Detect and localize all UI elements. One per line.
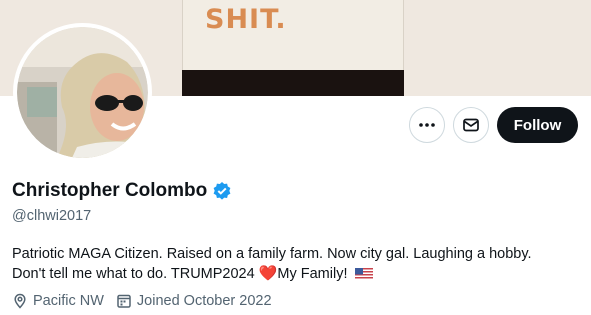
verified-badge-icon[interactable] xyxy=(212,181,232,201)
heart-emoji: ❤️ xyxy=(258,265,278,282)
name-row: Christopher Colombo xyxy=(12,180,232,202)
more-options-button[interactable] xyxy=(409,107,445,143)
profile-meta: Pacific NW Joined October 2022 xyxy=(12,293,284,309)
joined-item: Joined October 2022 xyxy=(116,293,272,309)
message-button[interactable] xyxy=(453,107,489,143)
avatar-photo xyxy=(17,27,148,158)
profile-avatar[interactable] xyxy=(13,23,152,162)
banner-label-text: SHIT. xyxy=(205,4,287,35)
display-name: Christopher Colombo xyxy=(12,180,208,201)
us-flag-icon xyxy=(354,266,373,280)
bio-text-a: Don't tell me what to do. TRUMP2024 xyxy=(12,266,259,282)
follow-button[interactable]: Follow xyxy=(497,107,578,143)
bottle-glass xyxy=(182,70,404,96)
bio-line-2: Don't tell me what to do. TRUMP2024 ❤️My… xyxy=(12,264,582,284)
joined-text: Joined October 2022 xyxy=(136,293,272,309)
location-pin-icon xyxy=(12,293,28,309)
banner-bottle-image: SHIT. xyxy=(182,0,404,96)
profile-bio: Patriotic MAGA Citizen. Raised on a fami… xyxy=(12,244,582,284)
bio-line-1: Patriotic MAGA Citizen. Raised on a fami… xyxy=(12,246,532,262)
location-item: Pacific NW xyxy=(12,293,104,309)
bio-text-b: My Family! xyxy=(277,266,352,282)
more-icon xyxy=(418,116,436,134)
bottle-label: SHIT. xyxy=(182,0,404,70)
user-handle: @clhwi2017 xyxy=(12,208,92,224)
calendar-icon xyxy=(116,293,132,309)
message-icon xyxy=(462,116,480,134)
location-text: Pacific NW xyxy=(33,293,104,309)
